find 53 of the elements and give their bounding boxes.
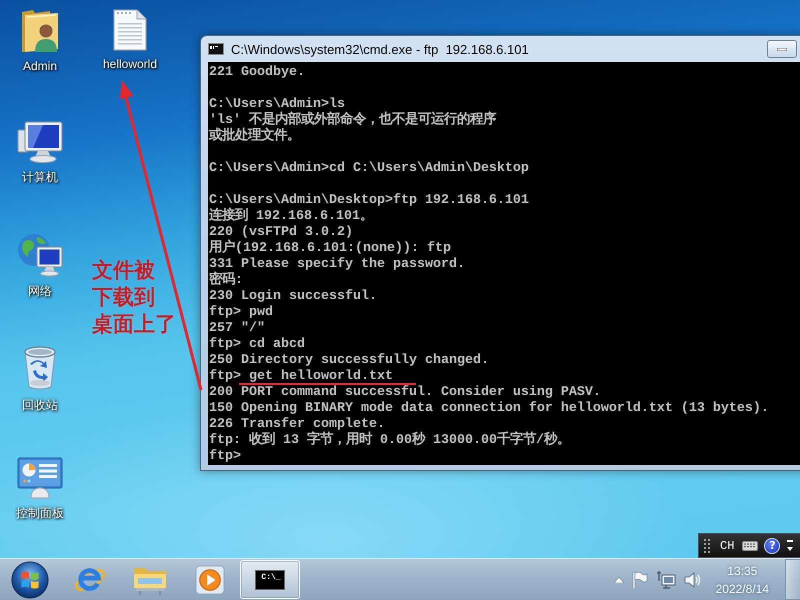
- annotation-text: 文件被: [92, 257, 155, 284]
- console-line: C:\Users\Admin>cd C:\Users\Admin\Desktop: [209, 161, 529, 177]
- console-button[interactable]: C:\_: [240, 560, 300, 599]
- speaker-icon[interactable]: [684, 572, 702, 588]
- console-line: 257 "/": [209, 321, 265, 337]
- console-line: 221 Goodbye.: [209, 65, 305, 81]
- recycle-bin-icon: [22, 345, 58, 391]
- annotation-text: 桌面上了: [92, 311, 176, 338]
- language-indicator[interactable]: CH: [718, 538, 736, 552]
- console-line: 150 Opening BINARY mode data connection for helloworld.txt (13 bytes).: [209, 401, 769, 417]
- desktop-shortcut[interactable]: Admin: [18, 7, 62, 75]
- options-icon[interactable]: [786, 538, 794, 552]
- console-line: ftp>: [209, 449, 241, 465]
- console-icon: [208, 43, 224, 55]
- console-glyph: C:\_: [255, 570, 285, 590]
- globe-monitor-icon: [17, 233, 63, 277]
- minimize-icon: [777, 48, 787, 50]
- console-line: 331 Please specify the password.: [209, 257, 465, 272]
- desktop-shortcut[interactable]: 计算机: [14, 119, 66, 188]
- document-icon: [113, 9, 147, 51]
- console-line: C:\Users\Admin>ls: [209, 97, 345, 112]
- console-line: ftp> cd abcd: [209, 337, 305, 353]
- console-line: 连接到 192.168.6.101。: [209, 209, 373, 225]
- console-line: 230 Login successful.: [209, 289, 377, 305]
- control-panel-icon: [17, 457, 63, 499]
- console-line: 'ls' 不是内部或外部命令，也不是可运行的程序: [209, 113, 496, 128]
- user-folder-icon: [21, 9, 59, 53]
- annotation-text: 下载到: [92, 284, 155, 311]
- console-line: 220 (vsFTPd 3.0.2): [209, 225, 353, 240]
- console-line: 226 Transfer complete.: [209, 417, 385, 432]
- console-line: C:\Users\Admin\Desktop>ftp 192.168.6.101: [209, 193, 529, 208]
- help-button[interactable]: ?: [764, 538, 780, 554]
- flag-icon[interactable]: [632, 570, 648, 588]
- start-orb-icon: [11, 560, 49, 598]
- clock[interactable]: 13:35 2022/8/14: [714, 562, 771, 598]
- keyboard-icon[interactable]: [742, 540, 758, 550]
- caret-up-icon[interactable]: [614, 576, 624, 582]
- computer-icon: [17, 121, 63, 163]
- console-line: 250 Directory successfully changed.: [209, 353, 489, 369]
- minimize-button[interactable]: [767, 40, 797, 58]
- console-line: 或批处理文件。: [209, 129, 300, 145]
- console-line: 密码:: [209, 273, 243, 289]
- console-line: ftp> pwd: [209, 305, 273, 321]
- desktop-shortcut[interactable]: helloworld: [100, 7, 160, 73]
- grip-icon: [704, 538, 712, 552]
- network-icon[interactable]: [656, 570, 676, 588]
- console-line: ftp> get helloworld.txt: [209, 369, 416, 385]
- window-title: C:\Windows\system32\cmd.exe - ftp 192.168.6.101: [231, 42, 530, 56]
- play-icon: [195, 564, 225, 594]
- console-line: 用户(192.168.6.101:(none)): ftp: [209, 241, 451, 257]
- console-line: ftp: 收到 13 字节，用时 0.00秒 13000.00千字节/秒。: [209, 433, 570, 449]
- desktop-shortcut[interactable]: 网络: [14, 231, 66, 302]
- console-line: 200 PORT command successful. Consider using PASV.: [209, 385, 601, 401]
